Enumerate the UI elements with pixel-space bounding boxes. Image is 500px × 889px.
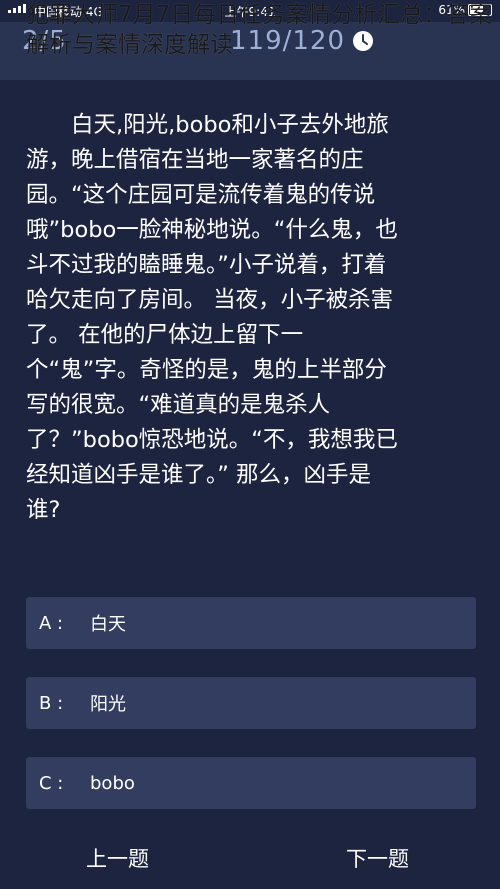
question-line: 了。 在他的尸体边上留下一 [26,322,304,348]
option-letter: B : [39,692,64,714]
question-line: 哈欠走向了房间。 当夜，小子被杀害 [26,287,394,313]
bottom-nav: 上一题 下一题 [0,825,500,889]
question-line: 经知道凶手是谁了。” 那么，凶手是 [26,462,372,488]
question-line: 了？”bobo惊恐地说。“不，我想我已 [26,427,398,453]
question-line: 游，晚上借宿在当地一家著名的庄 [26,147,364,173]
article-title: 犯罪大师7月7日每日任务案情分析汇总：答案解析与案情深度解读 [26,2,493,58]
option-b[interactable]: B : 阳光 [26,677,476,729]
option-text: bobo [90,772,135,794]
question-line: 个“鬼”字。奇怪的是，鬼的上半部分 [26,357,387,383]
question-text: 白天,阳光,bobo和小子去外地旅 游，晚上借宿在当地一家著名的庄 园。“这个庄园可… [26,108,478,528]
question-line: 哦”bobo一脸神秘地说。“什么鬼，也 [26,217,398,243]
option-c[interactable]: C : bobo [26,757,476,809]
next-question-button[interactable]: 下一题 [346,843,409,873]
option-letter: C : [39,772,64,794]
question-line: 写的很宽。“难道真的是鬼杀人 [26,392,331,418]
option-letter: A : [39,612,64,634]
question-line: 白天,阳光,bobo和小子去外地旅 [26,112,389,138]
option-a[interactable]: A : 白天 [26,597,476,649]
option-text: 白天 [90,614,126,635]
question-line: 斗不过我的瞌睡鬼。”小子说着，打着 [26,252,387,278]
option-text: 阳光 [90,694,126,715]
question-line: 谁? [26,497,61,523]
prev-question-button[interactable]: 上一题 [86,843,149,873]
question-line: 园。“这个庄园可是流传着鬼的传说 [26,182,376,208]
